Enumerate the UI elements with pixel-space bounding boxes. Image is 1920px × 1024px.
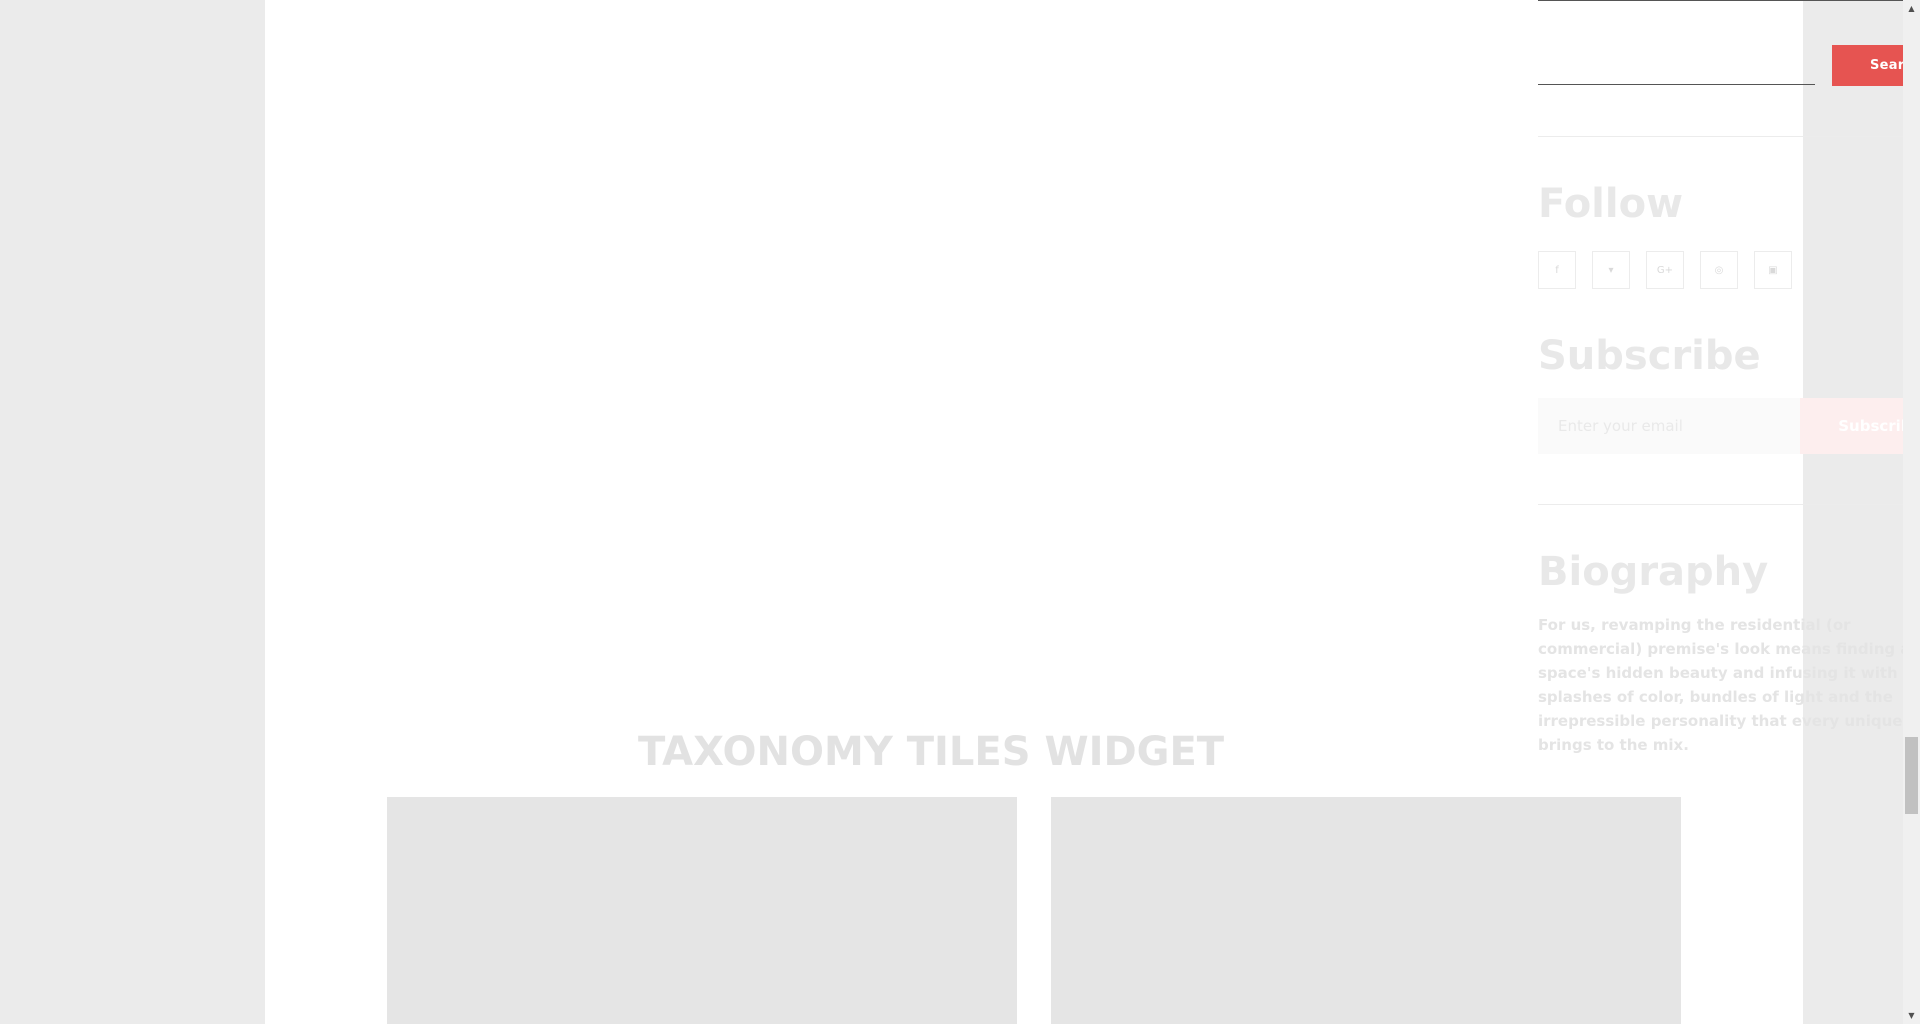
subscribe-button[interactable]: Subscribe	[1800, 398, 1920, 454]
search-input[interactable]	[1538, 44, 1815, 85]
widget-divider	[1538, 136, 1920, 137]
biography-text: For us, revamping the residential (or co…	[1538, 616, 1920, 754]
top-divider	[1538, 0, 1920, 1]
scroll-up-arrow-icon[interactable]: ▲	[1903, 0, 1920, 17]
email-field[interactable]	[1538, 398, 1800, 454]
taxonomy-tile[interactable]	[387, 797, 1017, 1024]
youtube-icon[interactable]: ▣	[1754, 251, 1792, 289]
biography-title: Biography	[1538, 549, 1769, 595]
taxonomy-tile[interactable]	[1051, 797, 1681, 1024]
taxonomy-tiles-title: TAXONOMY TILES WIDGET	[638, 729, 1225, 775]
scroll-down-arrow-icon[interactable]: ▼	[1903, 1007, 1920, 1024]
follow-title: Follow	[1538, 181, 1684, 227]
scrollbar-thumb[interactable]	[1905, 737, 1918, 814]
instagram-icon[interactable]: ◎	[1700, 251, 1738, 289]
facebook-icon[interactable]: f	[1538, 251, 1576, 289]
widget-divider	[1538, 504, 1920, 505]
google-plus-icon[interactable]: G+	[1646, 251, 1684, 289]
subscribe-title: Subscribe	[1538, 333, 1761, 379]
page-content: Search Follow f ▾ G+ ◎ ▣ Subscribe Subsc…	[265, 0, 1920, 1024]
vertical-scrollbar[interactable]: ▲ ▼	[1903, 0, 1920, 1024]
twitter-icon[interactable]: ▾	[1592, 251, 1630, 289]
